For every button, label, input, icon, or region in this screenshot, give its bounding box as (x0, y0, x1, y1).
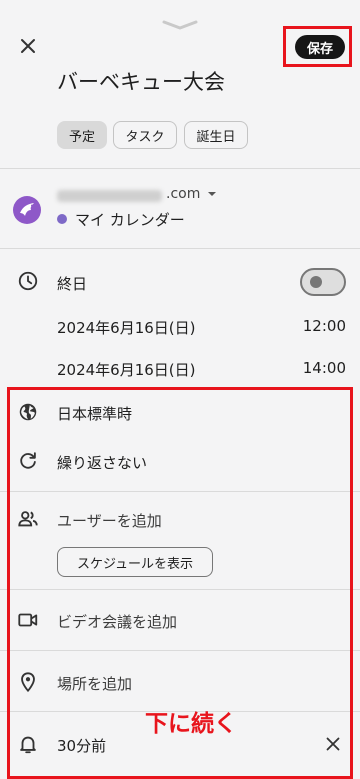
save-button[interactable]: 保存 (295, 35, 345, 59)
start-time[interactable]: 12:00 (303, 317, 346, 335)
divider (0, 168, 360, 169)
dropdown-arrow-icon (207, 192, 216, 196)
toggle-knob (310, 276, 322, 288)
chip-birthday[interactable]: 誕生日 (184, 121, 248, 149)
calendar-name[interactable]: マイ カレンダー (75, 209, 185, 230)
account-email-domain[interactable]: .com (166, 186, 217, 202)
continue-below-note: 下に続く (145, 711, 237, 737)
allday-toggle[interactable] (300, 268, 346, 296)
start-date[interactable]: 2024年6月16日(日) (57, 317, 196, 338)
close-icon[interactable] (16, 34, 40, 58)
chip-event[interactable]: 予定 (57, 121, 107, 149)
allday-label: 終日 (57, 275, 88, 293)
event-title-input[interactable]: バーベキュー大会 (57, 66, 225, 96)
avatar (13, 196, 41, 224)
clock-icon (18, 271, 38, 291)
bird-icon (20, 203, 34, 216)
end-date[interactable]: 2024年6月16日(日) (57, 359, 196, 380)
end-time[interactable]: 14:00 (303, 359, 346, 377)
divider (0, 248, 360, 249)
account-email-blurred[interactable] (57, 190, 162, 202)
calendar-color-dot (57, 214, 67, 224)
chip-task[interactable]: タスク (113, 121, 177, 149)
drag-handle-icon[interactable] (162, 20, 198, 30)
